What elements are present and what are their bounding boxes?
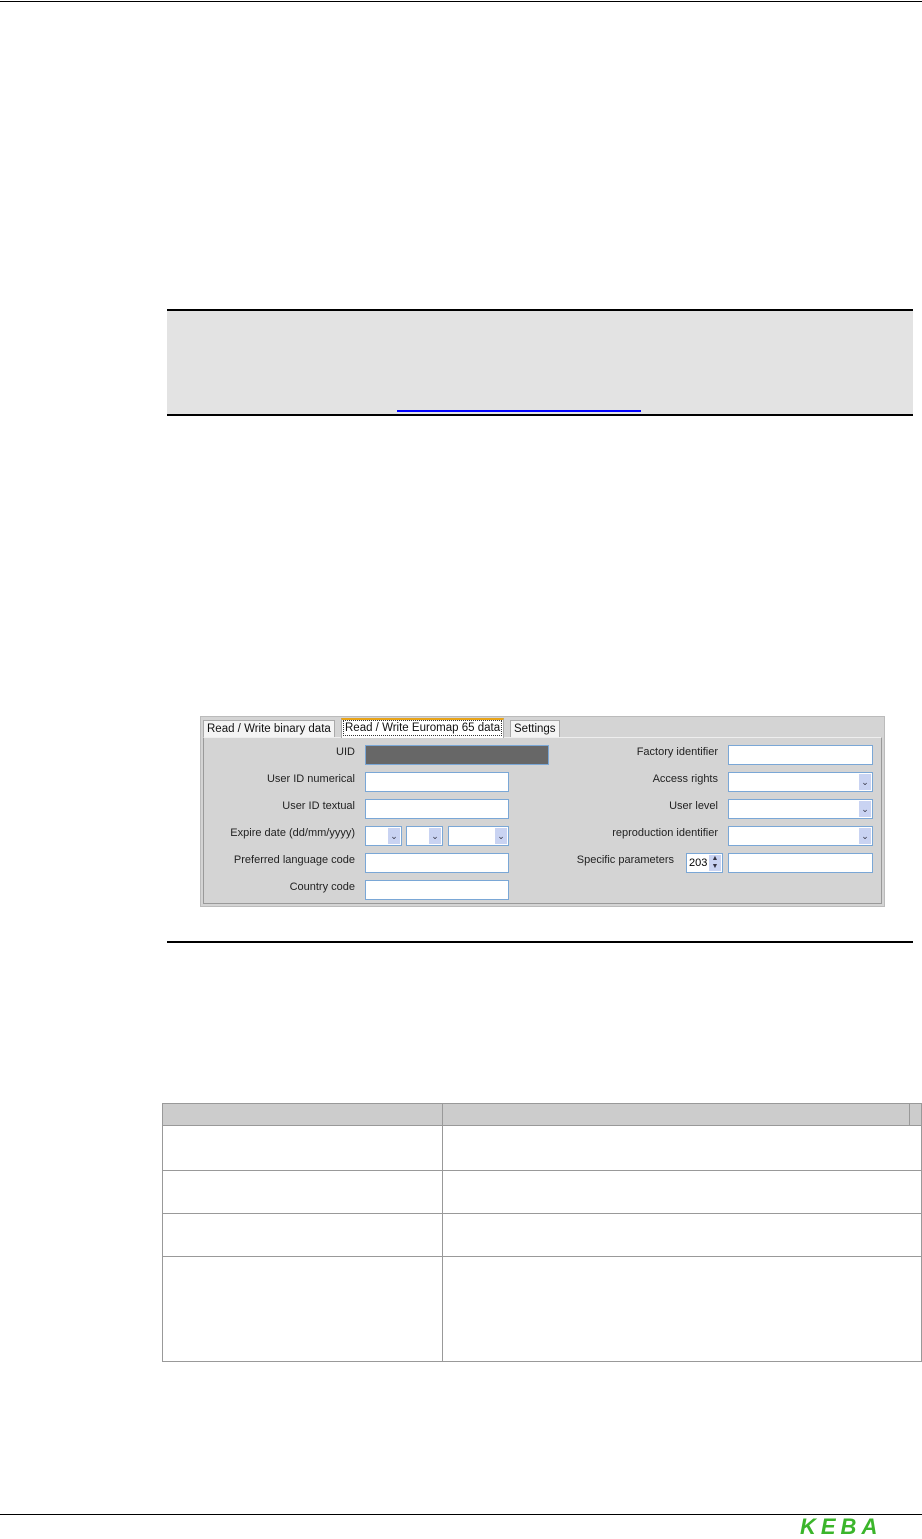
table-cell <box>162 1213 443 1257</box>
table-row <box>162 1170 922 1214</box>
table-row <box>162 1256 922 1362</box>
user-id-numerical-label: User ID numerical <box>266 773 355 785</box>
footer-rule <box>0 1514 922 1515</box>
expire-day-select[interactable]: ⌄ <box>365 826 402 846</box>
user-level-select[interactable]: ⌄ <box>728 799 873 819</box>
expire-month-select[interactable]: ⌄ <box>406 826 443 846</box>
chevron-down-icon: ⌄ <box>859 801 871 817</box>
table-row <box>162 1213 922 1257</box>
country-code-input[interactable] <box>365 880 509 900</box>
factory-identifier-input[interactable] <box>728 745 873 765</box>
keba-logo: KEBA <box>800 1514 883 1539</box>
factory-identifier-label: Factory identifier <box>636 746 718 758</box>
chevron-down-icon: ⌄ <box>495 828 507 844</box>
note-link[interactable] <box>397 410 641 412</box>
chevron-down-icon: ⌄ <box>388 828 400 844</box>
table-cell <box>441 1125 922 1171</box>
table-cell <box>441 1170 922 1214</box>
table-cell <box>441 1213 922 1257</box>
tab-binary-data[interactable]: Read / Write binary data <box>203 720 335 738</box>
reproduction-identifier-label: reproduction identifier <box>612 827 718 839</box>
uid-label: UID <box>336 746 355 758</box>
access-rights-label: Access rights <box>652 773 718 785</box>
expire-year-select[interactable]: ⌄ <box>448 826 509 846</box>
preferred-language-input[interactable] <box>365 853 509 873</box>
chevron-down-icon: ⌄ <box>859 828 871 844</box>
table-header-cell <box>441 1103 911 1126</box>
table-header-cell <box>909 1103 922 1126</box>
user-id-textual-input[interactable] <box>365 799 509 819</box>
user-level-label: User level <box>669 800 718 812</box>
country-code-label: Country code <box>289 881 355 893</box>
parameter-table <box>162 1103 922 1362</box>
spinner-arrows-icon[interactable]: ▲ ▼ <box>709 855 721 871</box>
specific-parameters-input[interactable] <box>728 853 873 873</box>
table-row <box>162 1125 922 1171</box>
euromap-dialog-screenshot: Read / Write binary data Read / Write Eu… <box>200 716 885 907</box>
access-rights-select[interactable]: ⌄ <box>728 772 873 792</box>
tab-settings[interactable]: Settings <box>510 720 560 738</box>
table-cell <box>162 1170 443 1214</box>
table-header-row <box>162 1103 922 1126</box>
chevron-down-icon: ⌄ <box>859 774 871 790</box>
table-header-cell <box>162 1103 443 1126</box>
specific-parameters-spinner[interactable]: 203 ▲ ▼ <box>686 853 723 873</box>
tab-euromap-65-data[interactable]: Read / Write Euromap 65 data <box>341 718 505 738</box>
tab-panel: UID User ID numerical User ID textual Ex… <box>203 737 882 904</box>
preferred-language-label: Preferred language code <box>233 854 355 866</box>
table-cell <box>441 1256 922 1362</box>
user-id-numerical-input[interactable] <box>365 772 509 792</box>
expire-date-label: Expire date (dd/mm/yyyy) <box>230 827 355 839</box>
spinner-value: 203 <box>689 857 708 869</box>
table-cell <box>162 1125 443 1171</box>
header-rule <box>0 1 922 2</box>
table-cell <box>162 1256 443 1362</box>
chevron-down-icon: ⌄ <box>429 828 441 844</box>
note-box <box>167 309 913 416</box>
uid-field <box>365 745 549 765</box>
specific-parameters-label: Specific parameters <box>576 854 674 866</box>
figure-rule <box>167 941 913 943</box>
user-id-textual-label: User ID textual <box>282 800 355 812</box>
reproduction-identifier-select[interactable]: ⌄ <box>728 826 873 846</box>
